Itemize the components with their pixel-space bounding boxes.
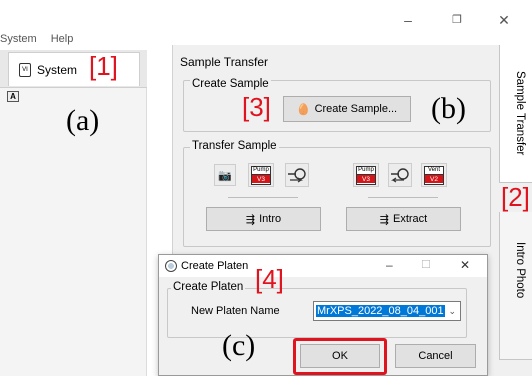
dialog-cancel-label: Cancel	[418, 350, 453, 362]
dialog-close-button[interactable]: ✕	[460, 258, 470, 272]
tab-intro-photo[interactable]: Intro Photo	[499, 212, 532, 360]
intro-button-label: Intro	[259, 213, 282, 225]
transfer-arrow-right-button[interactable]	[285, 163, 309, 187]
annotation-1: [1]	[89, 51, 118, 81]
transfer-right-icon	[288, 168, 306, 183]
tab-sample-transfer[interactable]: Sample Transfer	[499, 45, 532, 183]
restore-button[interactable]: ❐	[447, 12, 467, 28]
extract-button[interactable]: ⇶ Extract	[346, 207, 461, 231]
menu-system[interactable]: System	[0, 33, 37, 49]
annotation-4: [4]	[255, 264, 284, 294]
tab-intro-photo-label: Intro Photo	[514, 242, 526, 299]
new-platen-name-field[interactable]: MrXPS_2022_08_04_001 ⌄	[313, 301, 461, 321]
extract-button-label: Extract	[392, 213, 428, 225]
create-sample-icon: 🥚	[296, 103, 311, 116]
create-sample-group-label: Create Sample	[190, 78, 271, 90]
ok-highlight	[293, 338, 387, 375]
pump-left-bottom: V3	[252, 173, 270, 183]
pump-right-top: Pump	[358, 166, 374, 173]
intro-divider	[228, 197, 298, 198]
transfer-sample-group-label: Transfer Sample	[190, 140, 279, 152]
new-platen-name-label: New Platen Name	[191, 305, 280, 317]
dialog-app-icon	[165, 260, 177, 272]
menu-bar: System Help	[0, 33, 73, 49]
pump-v3-right-icon: Pump V3	[356, 165, 376, 185]
menu-help[interactable]: Help	[51, 33, 74, 49]
close-button[interactable]: ✕	[494, 12, 514, 28]
left-panel	[0, 50, 147, 376]
minimize-button[interactable]: –	[398, 12, 418, 28]
camera-button[interactable]: 📷	[214, 164, 236, 186]
dialog-group-label: Create Platen	[171, 281, 246, 293]
vent-v2-icon: Vent V2	[424, 165, 444, 185]
intro-icon: ⇶	[245, 213, 256, 226]
vent-bottom: V2	[425, 173, 443, 183]
tab-system[interactable]: VI System	[8, 52, 140, 86]
sample-transfer-title: Sample Transfer	[180, 55, 269, 69]
small-a-button[interactable]: A	[7, 91, 19, 102]
create-sample-button-label: Create Sample...	[314, 103, 398, 115]
vent-top: Vent	[427, 166, 440, 173]
create-sample-button[interactable]: 🥚 Create Sample...	[283, 96, 411, 122]
annotation-a: (a)	[66, 104, 100, 137]
annotation-3: [3]	[242, 92, 271, 122]
pump-v3-left-icon: Pump V3	[251, 165, 271, 185]
camera-icon: 📷	[218, 169, 232, 182]
chevron-down-icon[interactable]: ⌄	[448, 306, 456, 317]
pump-right-bottom: V3	[357, 173, 375, 183]
dialog-maximize-button[interactable]: ☐	[421, 258, 431, 271]
new-platen-name-value: MrXPS_2022_08_04_001	[316, 305, 445, 317]
vi-icon: VI	[19, 62, 31, 77]
annotation-2: [2]	[501, 182, 530, 212]
extract-icon: ⇶	[379, 213, 389, 226]
extract-divider	[368, 197, 438, 198]
pump-left-top: Pump	[253, 166, 269, 173]
pump-v3-right-button[interactable]: Pump V3	[353, 163, 379, 187]
dialog-cancel-button[interactable]: Cancel	[395, 344, 476, 368]
annotation-c: (c)	[222, 329, 256, 362]
tab-system-label: System	[37, 62, 78, 77]
transfer-left-icon	[391, 168, 409, 183]
pump-v3-left-button[interactable]: Pump V3	[248, 163, 274, 187]
dialog-minimize-button[interactable]: –	[386, 258, 393, 272]
tab-sample-transfer-label: Sample Transfer	[514, 71, 526, 156]
vent-v2-button[interactable]: Vent V2	[421, 163, 447, 187]
annotation-b: (b)	[431, 92, 466, 125]
dialog-title: Create Platen	[181, 260, 249, 272]
transfer-arrow-left-button[interactable]	[388, 163, 412, 187]
intro-button[interactable]: ⇶ Intro	[206, 207, 321, 231]
